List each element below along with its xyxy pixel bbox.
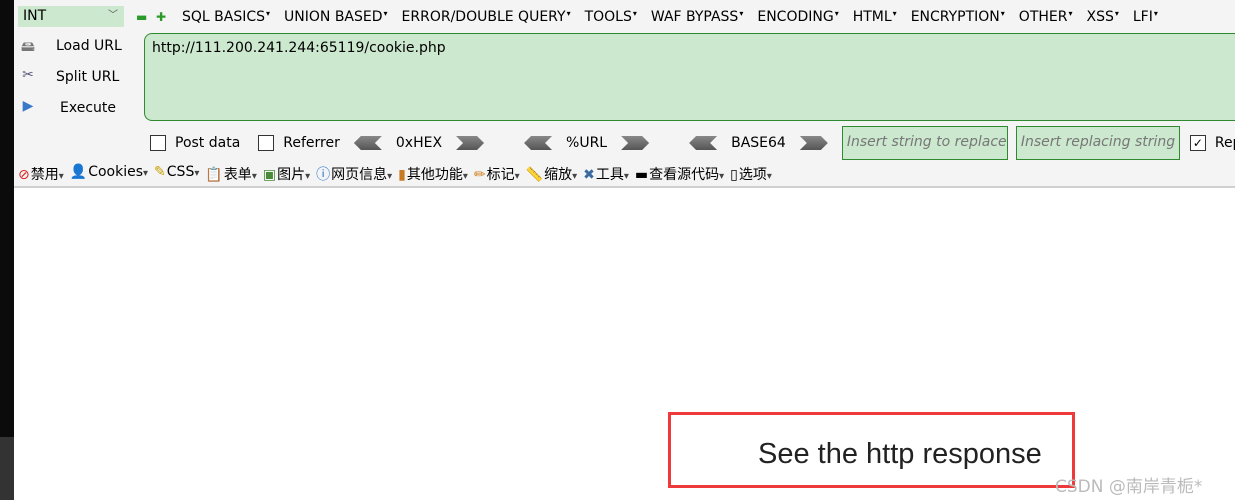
menu-error-double-query[interactable]: ERROR/DOUBLE QUERY: [402, 9, 571, 25]
left-edge: [0, 0, 14, 437]
play-icon: ▶: [22, 98, 34, 114]
execute-button[interactable]: ▶ Execute: [18, 97, 116, 119]
menu-sql-basics[interactable]: SQL BASICS: [182, 9, 270, 25]
forms-menu[interactable]: 📋表单: [205, 164, 256, 184]
view-source-menu[interactable]: ▬查看源代码: [635, 164, 724, 184]
replace-string-input[interactable]: Insert replacing string: [1015, 126, 1180, 160]
url-textarea[interactable]: http://111.200.241.244:65119/cookie.php: [144, 33, 1235, 121]
options-menu[interactable]: ▯选项: [730, 164, 772, 184]
page-info-menu[interactable]: ⓘ网页信息: [316, 164, 392, 184]
hackbar: INT ﹀ ▬ ✚ SQL BASICS UNION BASED ERROR/DO…: [14, 0, 1235, 188]
load-icon: 🖴: [20, 39, 36, 55]
minus-icon[interactable]: ▬: [136, 10, 147, 24]
base64-encode-arrow-icon[interactable]: [799, 136, 828, 150]
images-menu[interactable]: ▣图片: [263, 164, 310, 184]
find-string-input[interactable]: Insert string to replace: [841, 126, 1008, 160]
replace-all-label: Replace All: [1214, 135, 1235, 151]
menu-xss[interactable]: XSS: [1086, 9, 1118, 25]
chevron-down-icon: ﹀: [108, 10, 118, 21]
web-developer-toolbar: ⊘禁用 👤Cookies ✎CSS 📋表单 ▣图片 ⓘ网页信息 ▮其他功能 ✏标…: [18, 164, 772, 184]
tools-menu[interactable]: ✖工具: [583, 164, 629, 184]
split-url-button[interactable]: ✂ Split URL: [18, 66, 119, 88]
referrer-checkbox[interactable]: [258, 135, 275, 151]
left-edge-lower: [0, 437, 14, 500]
misc-menu[interactable]: ▮其他功能: [398, 164, 468, 184]
menu-waf-bypass[interactable]: WAF BYPASS: [651, 9, 743, 25]
menu-bar: SQL BASICS UNION BASED ERROR/DOUBLE QUER…: [182, 9, 1158, 25]
split-url-label: Split URL: [56, 69, 120, 85]
menu-other[interactable]: OTHER: [1019, 9, 1073, 25]
hex-encode-arrow-icon[interactable]: [456, 136, 485, 150]
load-url-button[interactable]: 🖴 Load URL: [18, 35, 122, 57]
execute-label: Execute: [60, 100, 116, 116]
plus-icon[interactable]: ✚: [156, 10, 166, 24]
watermark: CSDN @南岸青栀*: [1055, 477, 1203, 497]
options-row: Post data Referrer 0xHEX %URL BASE64 Ins…: [150, 126, 1235, 160]
css-menu[interactable]: ✎CSS: [154, 164, 199, 184]
hex-label: 0xHEX: [395, 135, 443, 151]
replace-all-checkbox[interactable]: ✓: [1189, 135, 1206, 151]
post-data-label: Post data: [175, 135, 241, 151]
menu-encoding[interactable]: ENCODING: [757, 9, 838, 25]
menu-lfi[interactable]: LFI: [1133, 9, 1158, 25]
base64-label: BASE64: [731, 135, 786, 151]
hex-decode-arrow-icon[interactable]: [353, 136, 382, 150]
menu-tools[interactable]: TOOLS: [585, 9, 637, 25]
menu-html[interactable]: HTML: [853, 9, 897, 25]
scissors-icon: ✂: [22, 67, 34, 83]
menu-union-based[interactable]: UNION BASED: [284, 9, 388, 25]
resize-menu[interactable]: 📏缩放: [526, 164, 577, 184]
url-encode-arrow-icon[interactable]: [621, 136, 650, 150]
outline-menu[interactable]: ✏标记: [474, 164, 520, 184]
load-url-label: Load URL: [56, 38, 122, 54]
page-text: See the http response: [758, 438, 1042, 470]
referrer-label: Referrer: [283, 135, 340, 151]
disable-menu[interactable]: ⊘禁用: [18, 164, 64, 184]
url-decode-arrow-icon[interactable]: [524, 136, 553, 150]
type-select-value: INT: [23, 8, 47, 24]
post-data-checkbox[interactable]: [150, 135, 166, 151]
url-encode-label: %URL: [566, 135, 608, 151]
base64-decode-arrow-icon[interactable]: [689, 136, 718, 150]
cookies-menu[interactable]: 👤Cookies: [70, 164, 148, 184]
type-select[interactable]: INT ﹀: [18, 6, 124, 27]
menu-encryption[interactable]: ENCRYPTION: [911, 9, 1005, 25]
